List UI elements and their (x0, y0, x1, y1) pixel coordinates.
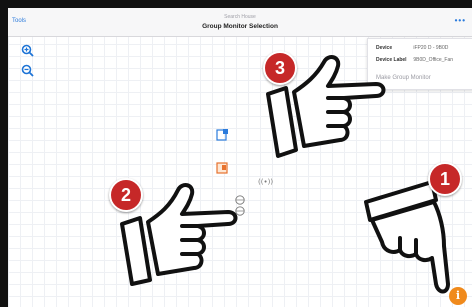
zoom-in-icon[interactable] (21, 44, 34, 57)
step-3-badge: 3 (263, 51, 297, 85)
wireless-device-icon[interactable]: ((•)) (258, 176, 274, 186)
device-value: iFP20 D - 9B0D (413, 45, 449, 51)
device-blue-icon[interactable] (216, 128, 230, 142)
zoom-out-icon[interactable] (21, 64, 34, 77)
info-icon[interactable]: i (449, 287, 467, 305)
device-orange-icon[interactable] (216, 161, 230, 175)
svg-text:((•)): ((•)) (258, 178, 273, 186)
nav-subtitle: Search House (224, 14, 256, 20)
step-2-badge: 2 (109, 178, 143, 212)
screenshot-frame: Tools Search House Group Monitor Selecti… (0, 0, 472, 307)
ellipsis-icon[interactable]: ••• (455, 16, 466, 25)
device-label-value: 9B0D_Office_Fan (413, 57, 454, 63)
pointing-hand-icon (364, 180, 450, 294)
step-1-badge: 1 (428, 162, 462, 196)
page-title: Group Monitor Selection (202, 23, 278, 30)
navigation-bar: Tools Search House Group Monitor Selecti… (8, 8, 472, 37)
app-screen: Tools Search House Group Monitor Selecti… (8, 8, 472, 307)
